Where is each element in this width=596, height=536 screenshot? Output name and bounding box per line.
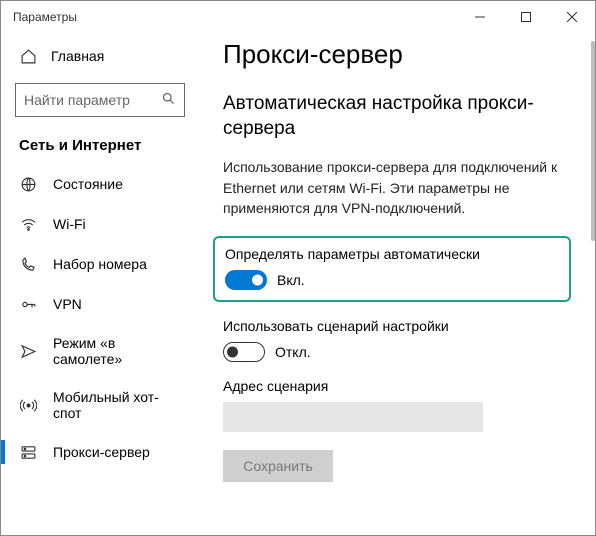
search-input[interactable]: Найти параметр (15, 83, 185, 117)
page-title: Прокси-сервер (223, 39, 575, 70)
save-button-label: Сохранить (243, 458, 313, 474)
section-description: Использование прокси-сервера для подключ… (223, 157, 575, 218)
close-button[interactable] (549, 1, 595, 33)
main-panel: Прокси-сервер Автоматическая настройка п… (199, 33, 595, 535)
window-title: Параметры (13, 10, 77, 24)
search-placeholder: Найти параметр (24, 92, 130, 108)
sidebar-item-label: Прокси-сервер (53, 444, 150, 460)
sidebar-home-label: Главная (51, 48, 104, 64)
sidebar-item-wifi[interactable]: Wi-Fi (1, 204, 199, 244)
dialup-icon (19, 255, 37, 273)
auto-detect-toggle[interactable] (225, 270, 267, 290)
vpn-icon (19, 295, 37, 313)
sidebar-item-label: Wi-Fi (53, 216, 86, 232)
save-button[interactable]: Сохранить (223, 450, 333, 482)
wifi-icon (19, 215, 37, 233)
hotspot-icon (19, 396, 37, 414)
auto-detect-setting: Определять параметры автоматически Вкл. (213, 236, 571, 302)
sidebar-item-vpn[interactable]: VPN (1, 284, 199, 324)
sidebar-item-label: Набор номера (53, 256, 147, 272)
minimize-button[interactable] (457, 1, 503, 33)
home-icon (19, 47, 37, 65)
use-script-toggle[interactable] (223, 342, 265, 362)
sidebar-item-label: VPN (53, 296, 82, 312)
search-icon (161, 91, 176, 109)
sidebar-item-hotspot[interactable]: Мобильный хот-спот (1, 378, 199, 432)
title-bar: Параметры (1, 1, 595, 33)
auto-detect-label: Определять параметры автоматически (225, 246, 559, 262)
use-script-setting: Использовать сценарий настройки Откл. (223, 318, 575, 362)
maximize-button[interactable] (503, 1, 549, 33)
proxy-icon (19, 443, 37, 461)
sidebar-item-airplane[interactable]: Режим «в самолете» (1, 324, 199, 378)
script-address-input[interactable] (223, 402, 483, 432)
script-address-label: Адрес сценария (223, 378, 575, 394)
section-subtitle: Автоматическая настройка прокси-сервера (223, 92, 575, 141)
sidebar-item-label: Режим «в самолете» (53, 335, 181, 367)
status-icon (19, 175, 37, 193)
sidebar-section-title: Сеть и Интернет (1, 131, 199, 164)
sidebar-item-dialup[interactable]: Набор номера (1, 244, 199, 284)
sidebar-item-label: Мобильный хот-спот (53, 389, 181, 421)
use-script-state: Откл. (275, 344, 311, 360)
scrollbar[interactable] (591, 41, 595, 241)
airplane-icon (19, 342, 37, 360)
sidebar: Главная Найти параметр Сеть и Интернет С… (1, 33, 199, 535)
sidebar-item-label: Состояние (53, 176, 123, 192)
sidebar-item-proxy[interactable]: Прокси-сервер (1, 432, 199, 472)
auto-detect-state: Вкл. (277, 272, 305, 288)
sidebar-home[interactable]: Главная (1, 39, 199, 73)
use-script-label: Использовать сценарий настройки (223, 318, 575, 334)
sidebar-item-status[interactable]: Состояние (1, 164, 199, 204)
